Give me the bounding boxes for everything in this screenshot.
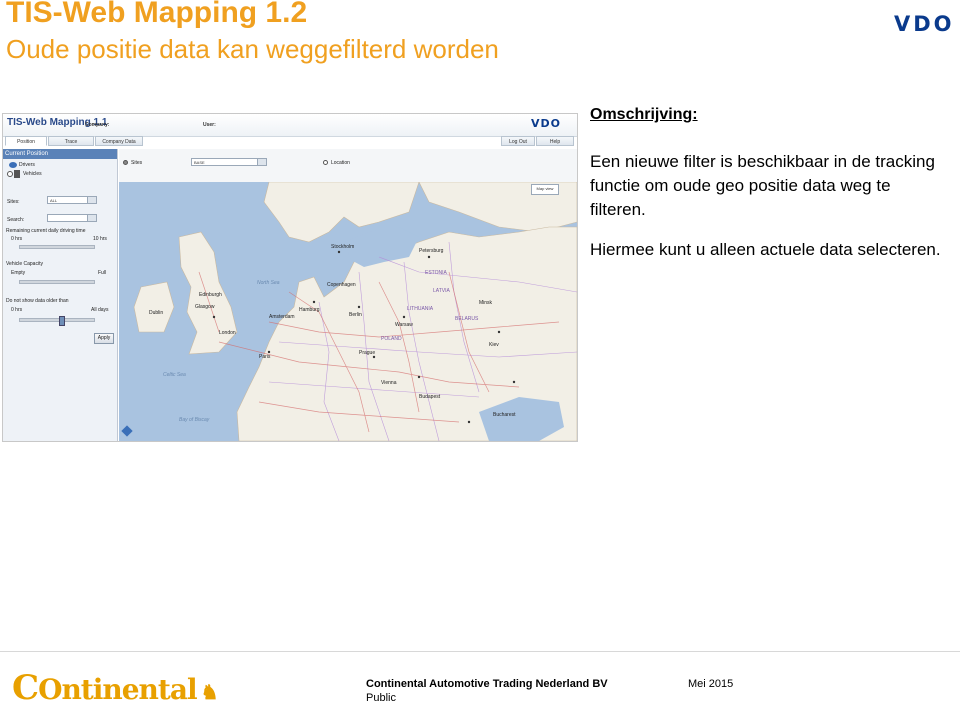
continental-logo: COntinental ♞ [12, 668, 219, 708]
city-label: Kiev [489, 342, 499, 348]
sites-radio[interactable] [123, 160, 128, 165]
country-label: LATVIA [433, 288, 450, 294]
city-label: Paris [259, 354, 271, 360]
vdo-logo: VDO [894, 12, 955, 36]
older-than-slider[interactable] [19, 318, 95, 322]
city-label: Petersburg [419, 248, 444, 254]
chevron-down-icon [257, 159, 266, 165]
description-paragraph: Een nieuwe filter is beschikbaar in de t… [590, 152, 935, 219]
sites-select-value: ALL [50, 198, 58, 203]
country-label: POLAND [381, 336, 402, 342]
city-label: Warsaw [395, 322, 413, 328]
capacity-max-label: Full [98, 270, 107, 276]
description-paragraph: Hiermee kunt u alleen actuele data selec… [590, 240, 941, 259]
user-label: User: [203, 122, 216, 128]
logo-mark: C [12, 668, 39, 708]
truck-icon [14, 170, 20, 178]
footer-date: Mei 2015 [688, 678, 734, 690]
driving-max-label: 10 hrs [93, 236, 107, 242]
sites-option[interactable]: Sites [131, 160, 142, 166]
capacity-min-label: Empty [11, 270, 26, 276]
logout-button[interactable]: Log Out [501, 136, 535, 146]
capacity-slider[interactable] [19, 280, 95, 284]
tab-position[interactable]: Position [5, 136, 47, 146]
chevron-down-icon [87, 197, 96, 203]
footer-classification: Public [366, 692, 396, 704]
sites-dropdown-value: BASE [194, 160, 205, 165]
slide-title: TIS-Web Mapping 1.2 [6, 0, 308, 29]
city-label: Glasgow [195, 304, 215, 310]
city-label: Stockholm [331, 244, 355, 250]
city-label: Prague [359, 350, 376, 356]
europe-map[interactable]: Map view North Sea Celtic Sea Bay of Bis… [119, 182, 577, 441]
footer-divider [0, 651, 960, 652]
app-header: TIS-Web Mapping 1.1 Company: User: VDO [3, 114, 577, 137]
driving-time-slider[interactable] [19, 245, 95, 249]
driving-min-label: 0 hrs [11, 236, 23, 242]
capacity-label: Vehicle Capacity [6, 261, 43, 267]
help-button[interactable]: Help [536, 136, 574, 146]
driver-icon [9, 162, 17, 168]
city-label: Dublin [149, 310, 164, 316]
sites-select[interactable]: ALL [47, 196, 97, 204]
location-radio[interactable] [323, 160, 328, 165]
city-label: Amsterdam [269, 314, 295, 320]
country-label: ESTONIA [425, 270, 447, 276]
city-label: Copenhagen [327, 282, 356, 288]
vehicles-option[interactable]: Vehicles [23, 171, 42, 177]
city-label: London [219, 330, 236, 336]
sea-label: Celtic Sea [163, 372, 186, 378]
sites-label: Sites: [7, 199, 20, 205]
radio-button[interactable] [7, 171, 13, 177]
tab-company-data[interactable]: Company Data [95, 136, 143, 146]
city-label: Vienna [381, 380, 397, 386]
sites-dropdown[interactable]: BASE [191, 158, 267, 166]
footer-company: Continental Automotive Trading Nederland… [366, 678, 608, 690]
map-canvas[interactable] [119, 182, 577, 441]
description-heading: Omschrijving: [590, 106, 698, 123]
horse-icon: ♞ [200, 680, 219, 704]
slide-subtitle: Oude positie data kan weggefilterd worde… [6, 34, 499, 64]
chevron-down-icon [87, 215, 96, 221]
city-label: Budapest [419, 394, 441, 400]
city-label: Berlin [349, 312, 362, 318]
map-view-button[interactable]: Map view [531, 184, 559, 195]
drivers-option[interactable]: Drivers [19, 162, 35, 168]
city-label: Edinburgh [199, 292, 222, 298]
tab-trace[interactable]: Trace [48, 136, 94, 146]
older-max-label: All days [91, 307, 109, 313]
app-screenshot: TIS-Web Mapping 1.1 Company: User: VDO P… [2, 113, 578, 442]
filter-panel: Current Position Drivers Vehicles Sites:… [3, 149, 118, 441]
city-label: Hamburg [299, 307, 320, 313]
logo-text: Ontinental [38, 673, 198, 706]
country-label: BELARUS [455, 316, 479, 322]
search-label: Search: [7, 217, 25, 223]
older-min-label: 0 hrs [11, 307, 23, 313]
sea-label: Bay of Biscay [179, 417, 210, 423]
older-than-label: Do not show data older than [6, 298, 69, 304]
company-label: Company: [85, 122, 110, 128]
country-label: LITHUANIA [407, 306, 434, 312]
slider-handle[interactable] [59, 316, 65, 326]
location-option[interactable]: Location [331, 160, 350, 166]
driving-time-label: Remaining current daily driving time [6, 228, 86, 234]
city-label: Minsk [479, 300, 493, 306]
search-input[interactable] [47, 214, 97, 222]
map-toolbar: Sites BASE Location [119, 149, 577, 183]
sea-label: North Sea [257, 280, 280, 286]
app-vdo-logo: VDO [531, 117, 561, 130]
city-label: Bucharest [493, 412, 516, 418]
apply-button[interactable]: Apply [94, 333, 114, 344]
panel-header: Current Position [3, 149, 117, 159]
